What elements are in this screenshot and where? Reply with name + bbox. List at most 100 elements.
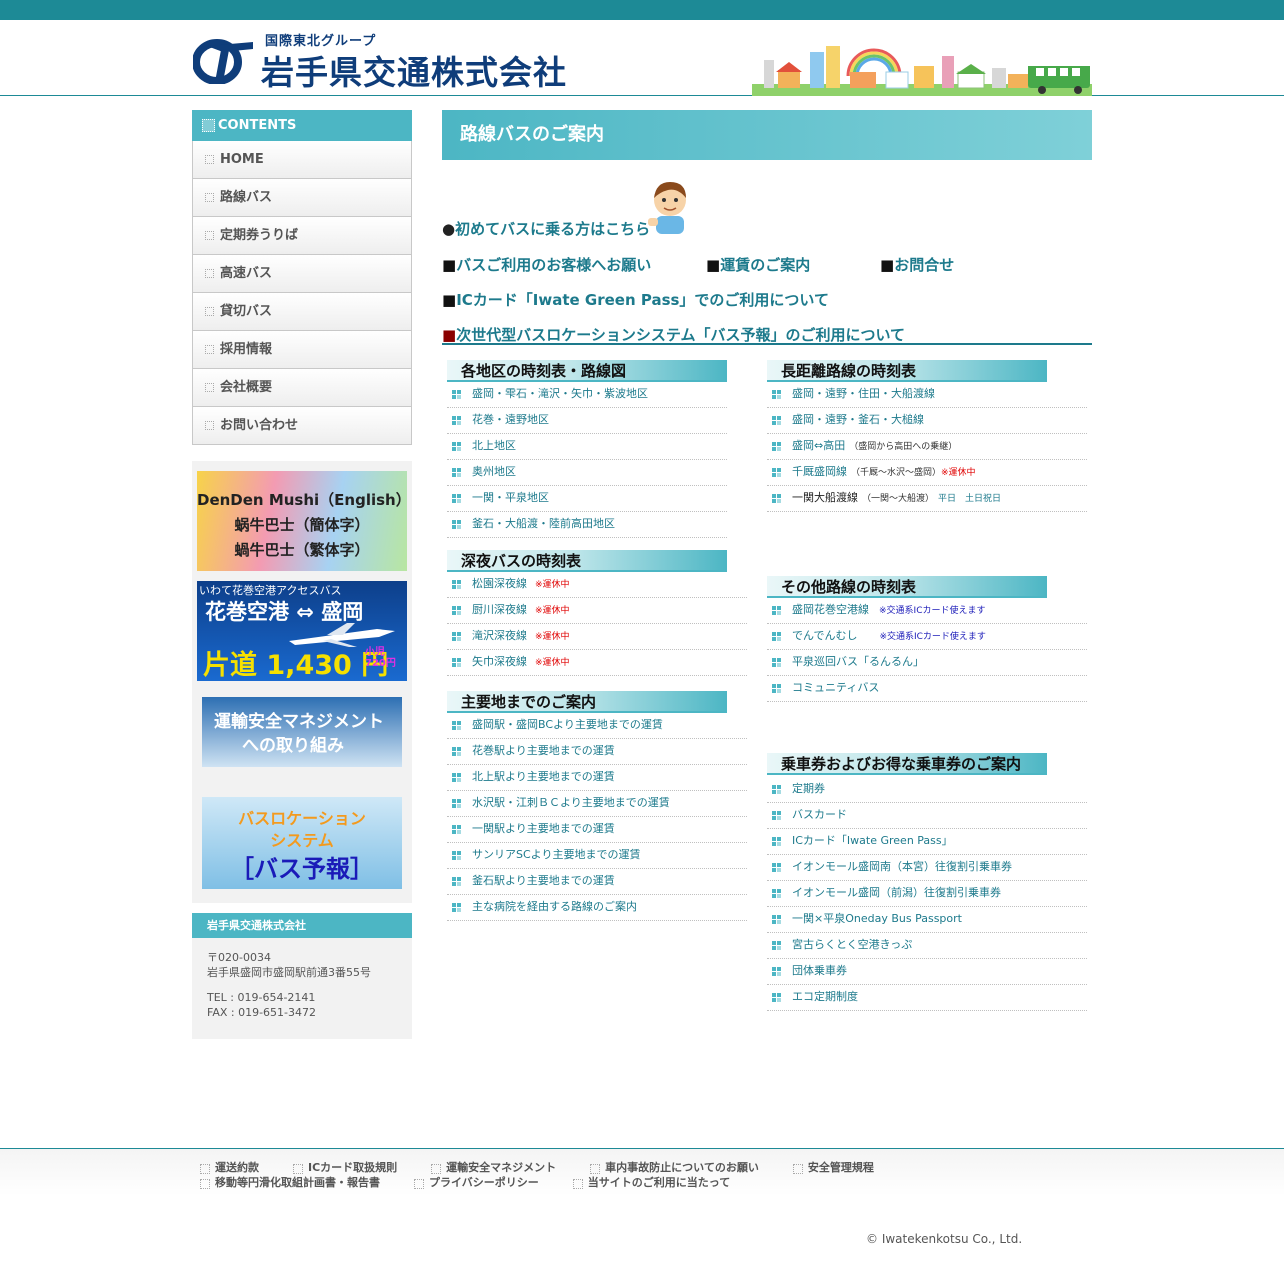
sidebar: CONTENTS HOME 路線バス 定期券うりば 高速バス 貸切バス 採用情報… — [192, 110, 412, 1039]
item-label: サンリアSCより主要地までの運賃 — [472, 848, 641, 861]
list-item[interactable]: 花巻・遠野地区 — [447, 408, 727, 434]
item-label: 花巻駅より主要地までの運賃 — [472, 744, 615, 757]
list-item[interactable]: イオンモール盛岡（前潟）往復割引乗車券 — [767, 881, 1087, 907]
item-label: バスカード — [792, 808, 847, 821]
list-item[interactable]: ICカード「Iwate Green Pass」 — [767, 829, 1087, 855]
logo-mark-icon — [193, 39, 253, 84]
status-badge: ※運休中 — [535, 606, 570, 616]
link-inquiry[interactable]: ■お問合せ — [880, 254, 954, 275]
list-item[interactable]: 定期券 — [767, 777, 1087, 803]
status-badge: ※運休中 — [535, 580, 570, 590]
company-logo[interactable]: 国際東北グループ 岩手県交通株式会社 — [193, 30, 593, 92]
airport-bus-banner[interactable]: いわて花巻空港アクセスバス 花巻空港 ⇔ 盛岡 片道 1,430 円 小児 72… — [197, 581, 407, 681]
first-time-label: 初めてバスに乗る方はこちら — [455, 220, 651, 238]
nav-item-route-bus[interactable]: 路線バス — [192, 179, 412, 217]
item-label: 千厩盛岡線 — [792, 465, 847, 478]
link-fare[interactable]: ■運賃のご案内 — [706, 254, 810, 275]
dotted-square-icon — [205, 345, 214, 354]
list-item[interactable]: 盛岡⇔高田 （盛岡から高田への乗継） — [767, 434, 1087, 460]
link-request[interactable]: ■バスご利用のお客様へお願い — [442, 254, 651, 275]
list-item[interactable]: 厨川深夜線 ※運休中 — [447, 598, 747, 624]
item-note: （盛岡から高田への乗継） — [849, 442, 958, 452]
footer-link[interactable]: 運輸安全マネジメント — [431, 1161, 556, 1174]
list-item[interactable]: 北上駅より主要地までの運賃 — [447, 765, 747, 791]
nav-item-company[interactable]: 会社概要 — [192, 369, 412, 407]
denden-mushi-banner[interactable]: DenDen Mushi（English） 蜗牛巴士（簡体字） 蝸牛巴士（繁体字… — [197, 471, 407, 571]
item-label: 盛岡駅・盛岡BCより主要地までの運賃 — [472, 718, 663, 731]
list-item[interactable]: 奥州地区 — [447, 460, 727, 486]
section-title: 主要地までのご案内 — [447, 691, 727, 713]
list-item[interactable]: 盛岡・遠野・釜石・大槌線 — [767, 408, 1087, 434]
grid-square-icon — [772, 658, 781, 667]
list-item[interactable]: 盛岡花巻空港線 ※交通系ICカード使えます — [767, 598, 1087, 624]
footer-link[interactable]: 運送約款 — [200, 1161, 259, 1174]
footer-link[interactable]: 当サイトのご利用に当たって — [573, 1176, 730, 1189]
list-item[interactable]: 北上地区 — [447, 434, 727, 460]
item-label: 定期券 — [792, 782, 825, 795]
nav-label: 路線バス — [220, 190, 273, 205]
list-item[interactable]: 団体乗車券 — [767, 959, 1087, 985]
list-item[interactable]: 千厩盛岡線 （千厩～水沢～盛岡）※運休中 — [767, 460, 1087, 486]
grid-square-icon — [452, 903, 461, 912]
grid-square-icon — [772, 442, 781, 451]
list-item[interactable]: 一関駅より主要地までの運賃 — [447, 817, 747, 843]
list-item[interactable]: 釜石・大船渡・陸前高田地区 — [447, 512, 727, 538]
list-item[interactable]: 盛岡・遠野・住田・大船渡線 — [767, 382, 1087, 408]
footer-link[interactable]: プライバシーポリシー — [414, 1176, 539, 1189]
list-item[interactable]: 矢巾深夜線 ※運休中 — [447, 650, 747, 676]
nav-item-recruit[interactable]: 採用情報 — [192, 331, 412, 369]
list-item[interactable]: エコ定期制度 — [767, 985, 1087, 1011]
grid-square-icon — [452, 747, 461, 756]
company-info-title: 岩手県交通株式会社 — [192, 913, 412, 938]
footer-link[interactable]: 移動等円滑化取組計画書・報告書 — [200, 1176, 380, 1189]
list-item[interactable]: イオンモール盛岡南（本宮）往復割引乗車券 — [767, 855, 1087, 881]
company-postal: 〒020-0034 — [207, 951, 271, 964]
link-ic-card[interactable]: ■ICカード「Iwate Green Pass」でのご利用について — [442, 289, 829, 310]
first-time-link[interactable]: ●初めてバスに乗る方はこちら — [442, 218, 650, 239]
nav-item-highway-bus[interactable]: 高速バス — [192, 255, 412, 293]
banner-text: への取り組み — [242, 736, 344, 756]
square-bullet: ■ — [442, 256, 457, 274]
nav-item-charter-bus[interactable]: 貸切バス — [192, 293, 412, 331]
list-item[interactable]: バスカード — [767, 803, 1087, 829]
footer: 運送約款 ICカード取扱規則 運輸安全マネジメント 車内事故防止についてのお願い 安全管… — [0, 1148, 1284, 1196]
section-other-routes: その他路線の時刻表 盛岡花巻空港線 ※交通系ICカード使えます でんでんむし ※交通… — [767, 576, 1087, 702]
list-item[interactable]: 主な病院を経由する路線のご案内 — [447, 895, 747, 921]
list-item[interactable]: 盛岡駅・盛岡BCより主要地までの運賃 — [447, 713, 747, 739]
nav-item-home[interactable]: HOME — [192, 141, 412, 179]
list-item[interactable]: 水沢駅・江刺ＢＣより主要地までの運賃 — [447, 791, 747, 817]
footer-link[interactable]: ICカード取扱規則 — [293, 1161, 397, 1174]
footer-link[interactable]: 車内事故防止についてのお願い — [590, 1161, 759, 1174]
top-bar — [0, 0, 1284, 20]
list-item[interactable]: でんでんむし ※交通系ICカード使えます — [767, 624, 1087, 650]
list-item[interactable]: 盛岡・雫石・滝沢・矢巾・紫波地区 — [447, 382, 727, 408]
nav-label: 定期券うりば — [220, 228, 299, 243]
item-note: ※交通系ICカード使えます — [879, 606, 986, 616]
list-item[interactable]: 一関・平泉地区 — [447, 486, 727, 512]
list-item[interactable]: 松園深夜線 ※運休中 — [447, 572, 747, 598]
list-item[interactable]: 平泉巡回バス「るんるん」 — [767, 650, 1087, 676]
section-title: 乗車券およびお得な乗車券のご案内 — [767, 753, 1047, 775]
list-item[interactable]: 滝沢深夜線 ※運休中 — [447, 624, 747, 650]
banner-area: DenDen Mushi（English） 蜗牛巴士（簡体字） 蝸牛巴士（繁体字… — [192, 461, 412, 903]
list-item[interactable]: 釜石駅より主要地までの運賃 — [447, 869, 747, 895]
item-label: 宮古らくとく空港きっぷ — [792, 938, 913, 951]
list-item[interactable]: 宮古らくとく空港きっぷ — [767, 933, 1087, 959]
section-long-distance: 長距離路線の時刻表 盛岡・遠野・住田・大船渡線 盛岡・遠野・釜石・大槌線 盛岡⇔… — [767, 360, 1087, 512]
list-item[interactable]: サンリアSCより主要地までの運賃 — [447, 843, 747, 869]
list-item[interactable]: コミュニティバス — [767, 676, 1087, 702]
list-item[interactable]: 一関×平泉Oneday Bus Passport — [767, 907, 1087, 933]
day-links[interactable]: 平日 土日祝日 — [938, 494, 1001, 504]
link-bus-location[interactable]: ■次世代型バスロケーションシステム「バス予報」のご利用について — [442, 324, 905, 345]
nav-item-contact[interactable]: お問い合わせ — [192, 407, 412, 445]
footer-link[interactable]: 安全管理規程 — [793, 1161, 874, 1174]
safety-management-banner[interactable]: 運輸安全マネジメント への取り組み — [202, 697, 402, 767]
bus-location-banner[interactable]: バスロケーション システム ［バス予報］ — [202, 797, 402, 889]
grid-square-icon — [772, 941, 781, 950]
nav-label: HOME — [220, 152, 264, 167]
page-title: 路線バスのご案内 — [442, 110, 1092, 160]
copyright: © Iwatekenkotsu Co., Ltd. — [866, 1232, 1023, 1246]
dotted-square-icon — [205, 269, 214, 278]
nav-item-commuter-pass[interactable]: 定期券うりば — [192, 217, 412, 255]
list-item[interactable]: 花巻駅より主要地までの運賃 — [447, 739, 747, 765]
